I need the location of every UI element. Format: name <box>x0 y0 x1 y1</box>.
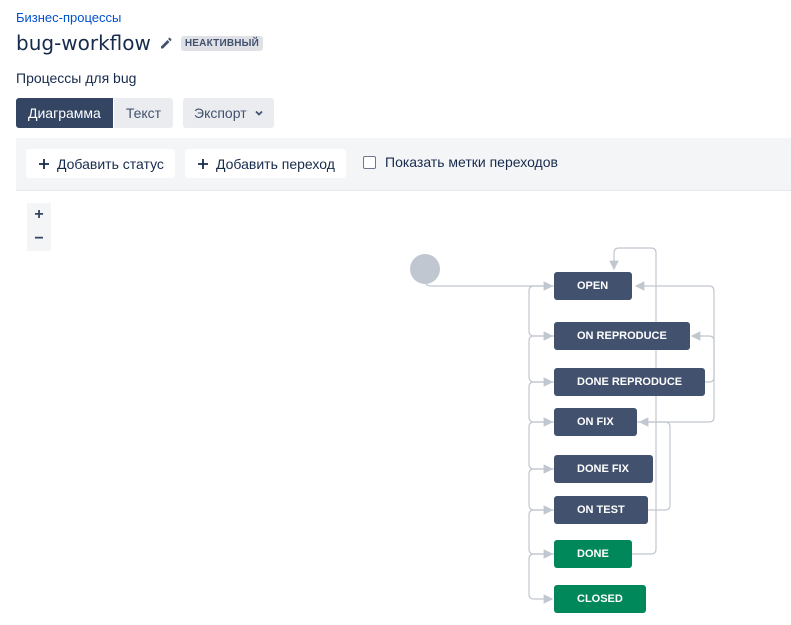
status-node-done-fix[interactable]: DONE FIX <box>554 455 653 483</box>
status-node-closed[interactable]: CLOSED <box>554 585 646 613</box>
status-node-on-test[interactable]: ON TEST <box>554 496 648 524</box>
status-node-on-reproduce[interactable]: ON REPRODUCE <box>554 322 690 350</box>
start-node[interactable] <box>410 254 440 284</box>
status-node-open[interactable]: OPEN <box>554 272 632 300</box>
status-node-done-reproduce[interactable]: DONE REPRODUCE <box>554 368 705 396</box>
workflow-connectors <box>424 247 715 604</box>
status-node-on-fix[interactable]: ON FIX <box>554 408 637 436</box>
status-node-done[interactable]: DONE <box>554 540 632 568</box>
